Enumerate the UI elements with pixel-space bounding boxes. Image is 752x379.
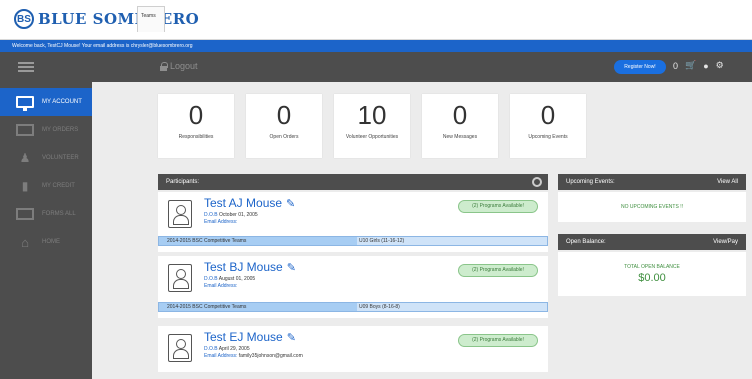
participant-card: Test EJ Mouse ✎ D.O.B April 29, 2005 Emai… (158, 326, 548, 372)
sidebar-item-home[interactable]: ⌂ HOME (0, 228, 92, 256)
logo-text: BLUE SOMBRERO (38, 10, 200, 28)
stat-value: 0 (188, 100, 204, 130)
open-balance-header: Open Balance: View/Pay (558, 234, 746, 250)
stat-label: Responsibilities (178, 134, 214, 140)
tab-teams[interactable]: Teams (137, 6, 165, 32)
stat-upcoming-events[interactable]: 0 Upcoming Events (510, 94, 586, 158)
participant-dob: D.O.B April 29, 2005 (204, 346, 250, 352)
team-name: 2014-2015 BSC Competitive Teams (167, 238, 247, 244)
programs-available-badge[interactable]: (2) Programs Available! (458, 264, 538, 277)
home-icon: ⌂ (21, 234, 29, 250)
team-name: 2014-2015 BSC Competitive Teams (167, 304, 247, 310)
participant-dob: D.O.B October 01, 2005 (204, 212, 258, 218)
stat-value: 0 (540, 100, 556, 130)
sidebar-item-label: MY ACCOUNT (42, 99, 82, 105)
sidebar-item-label: VOLUNTEER (42, 155, 79, 161)
card-icon (16, 207, 34, 221)
participant-card: Test AJ Mouse ✎ D.O.B October 01, 2005 Em… (158, 192, 548, 252)
logo[interactable]: BS BLUE SOMBRERO (14, 9, 199, 29)
logout-link[interactable]: Logout (160, 61, 198, 71)
open-balance-panel: TOTAL OPEN BALANCE $0.00 (558, 252, 746, 296)
programs-available-badge[interactable]: (2) Programs Available! (458, 334, 538, 347)
sidebar-item-label: FORMS ALL (42, 211, 76, 217)
open-balance-title: Open Balance: (566, 239, 606, 245)
bottle-icon: ▮ (21, 179, 29, 193)
edit-icon[interactable]: ✎ (287, 262, 296, 274)
open-balance-label: TOTAL OPEN BALANCE (624, 264, 680, 270)
box-icon (16, 123, 34, 137)
gear-icon[interactable]: ⚙ (716, 60, 724, 71)
participant-name-row: Test BJ Mouse ✎ (204, 260, 296, 274)
sidebar-item-volunteer[interactable]: ♟ VOLUNTEER (0, 144, 92, 172)
stat-label: New Messages (442, 134, 478, 140)
main-content: 0 Responsibilities 0 Open Orders 10 Volu… (92, 82, 752, 379)
user-icon[interactable]: ● (703, 61, 708, 71)
participant-name-row: Test EJ Mouse ✎ (204, 330, 296, 344)
team-bar[interactable]: 2014-2015 BSC Competitive Teams U10 Girl… (158, 236, 548, 246)
sidebar-item-my-orders[interactable]: MY ORDERS (0, 116, 92, 144)
upcoming-events-title: Upcoming Events: (566, 179, 615, 185)
sidebar: MY ACCOUNT MY ORDERS ♟ VOLUNTEER ▮ MY CR… (0, 82, 92, 379)
stat-value: 0 (276, 100, 292, 130)
participant-name-row: Test AJ Mouse ✎ (204, 196, 295, 210)
header-bar: Logout Register Now! 0 🛒 ● ⚙ (0, 52, 752, 82)
monitor-icon (16, 95, 34, 111)
participant-dob: D.O.B August 01, 2005 (204, 276, 256, 282)
avatar-icon (168, 200, 192, 228)
stat-responsibilities[interactable]: 0 Responsibilities (158, 94, 234, 158)
view-pay-link[interactable]: View/Pay (713, 234, 738, 250)
avatar-icon (168, 334, 192, 362)
stat-value: 0 (452, 100, 468, 130)
participant-card: Test BJ Mouse ✎ D.O.B August 01, 2005 Ema… (158, 256, 548, 318)
participant-name[interactable]: Test EJ Mouse (204, 330, 283, 344)
participant-email: Email Address: (204, 283, 238, 289)
team-division: U09 Boys (8-16-8) (359, 304, 400, 310)
avatar-icon (168, 264, 192, 292)
stat-new-messages[interactable]: 0 New Messages (422, 94, 498, 158)
header-icons: 0 🛒 ● ⚙ (673, 60, 724, 71)
edit-icon[interactable]: ✎ (286, 198, 295, 210)
register-now-button[interactable]: Register Now! (614, 60, 666, 74)
cart-icon[interactable]: 🛒 (685, 60, 696, 71)
logout-label: Logout (170, 61, 198, 71)
person-icon: ♟ (19, 151, 31, 165)
cart-count: 0 (673, 60, 679, 71)
programs-available-badge[interactable]: (2) Programs Available! (458, 200, 538, 213)
sidebar-item-label: MY CREDIT (42, 183, 75, 189)
stat-open-orders[interactable]: 0 Open Orders (246, 94, 322, 158)
participant-name[interactable]: Test AJ Mouse (204, 196, 282, 210)
sidebar-item-label: HOME (42, 239, 60, 245)
menu-icon[interactable] (18, 62, 34, 72)
sidebar-item-my-account[interactable]: MY ACCOUNT (0, 88, 92, 116)
no-events-text: NO UPCOMING EVENTS !! (621, 204, 683, 210)
participants-title: Participants: (166, 179, 200, 185)
lock-icon (160, 61, 168, 71)
stat-volunteer-opportunities[interactable]: 10 Volunteer Opportunities (334, 94, 410, 158)
sidebar-item-my-credit[interactable]: ▮ MY CREDIT (0, 172, 92, 200)
participant-email: Email Address: family35johnson@gmail.com (204, 353, 303, 359)
participants-header: Participants: (158, 174, 548, 190)
sidebar-item-forms[interactable]: FORMS ALL (0, 200, 92, 228)
participant-email: Email Address: (204, 219, 238, 225)
team-bar[interactable]: 2014-2015 BSC Competitive Teams U09 Boys… (158, 302, 548, 312)
stat-label: Open Orders (269, 134, 299, 140)
edit-icon[interactable]: ✎ (287, 332, 296, 344)
settings-icon[interactable] (532, 177, 542, 187)
upcoming-events-panel: NO UPCOMING EVENTS !! (558, 192, 746, 222)
stat-label: Upcoming Events (528, 134, 568, 140)
sidebar-item-label: MY ORDERS (42, 127, 79, 133)
logo-mark-icon: BS (14, 9, 34, 29)
open-balance-amount: $0.00 (638, 272, 666, 284)
team-division: U10 Girls (11-16-12) (359, 238, 405, 244)
stat-label: Volunteer Opportunities (345, 134, 399, 140)
welcome-banner: Welcome back, TestCJ Mouse! Your email a… (0, 40, 752, 52)
stat-value: 10 (357, 100, 387, 130)
view-all-link[interactable]: View All (717, 174, 738, 190)
top-bar: BS BLUE SOMBRERO Teams (0, 0, 752, 40)
participant-name[interactable]: Test BJ Mouse (204, 260, 283, 274)
upcoming-events-header: Upcoming Events: View All (558, 174, 746, 190)
